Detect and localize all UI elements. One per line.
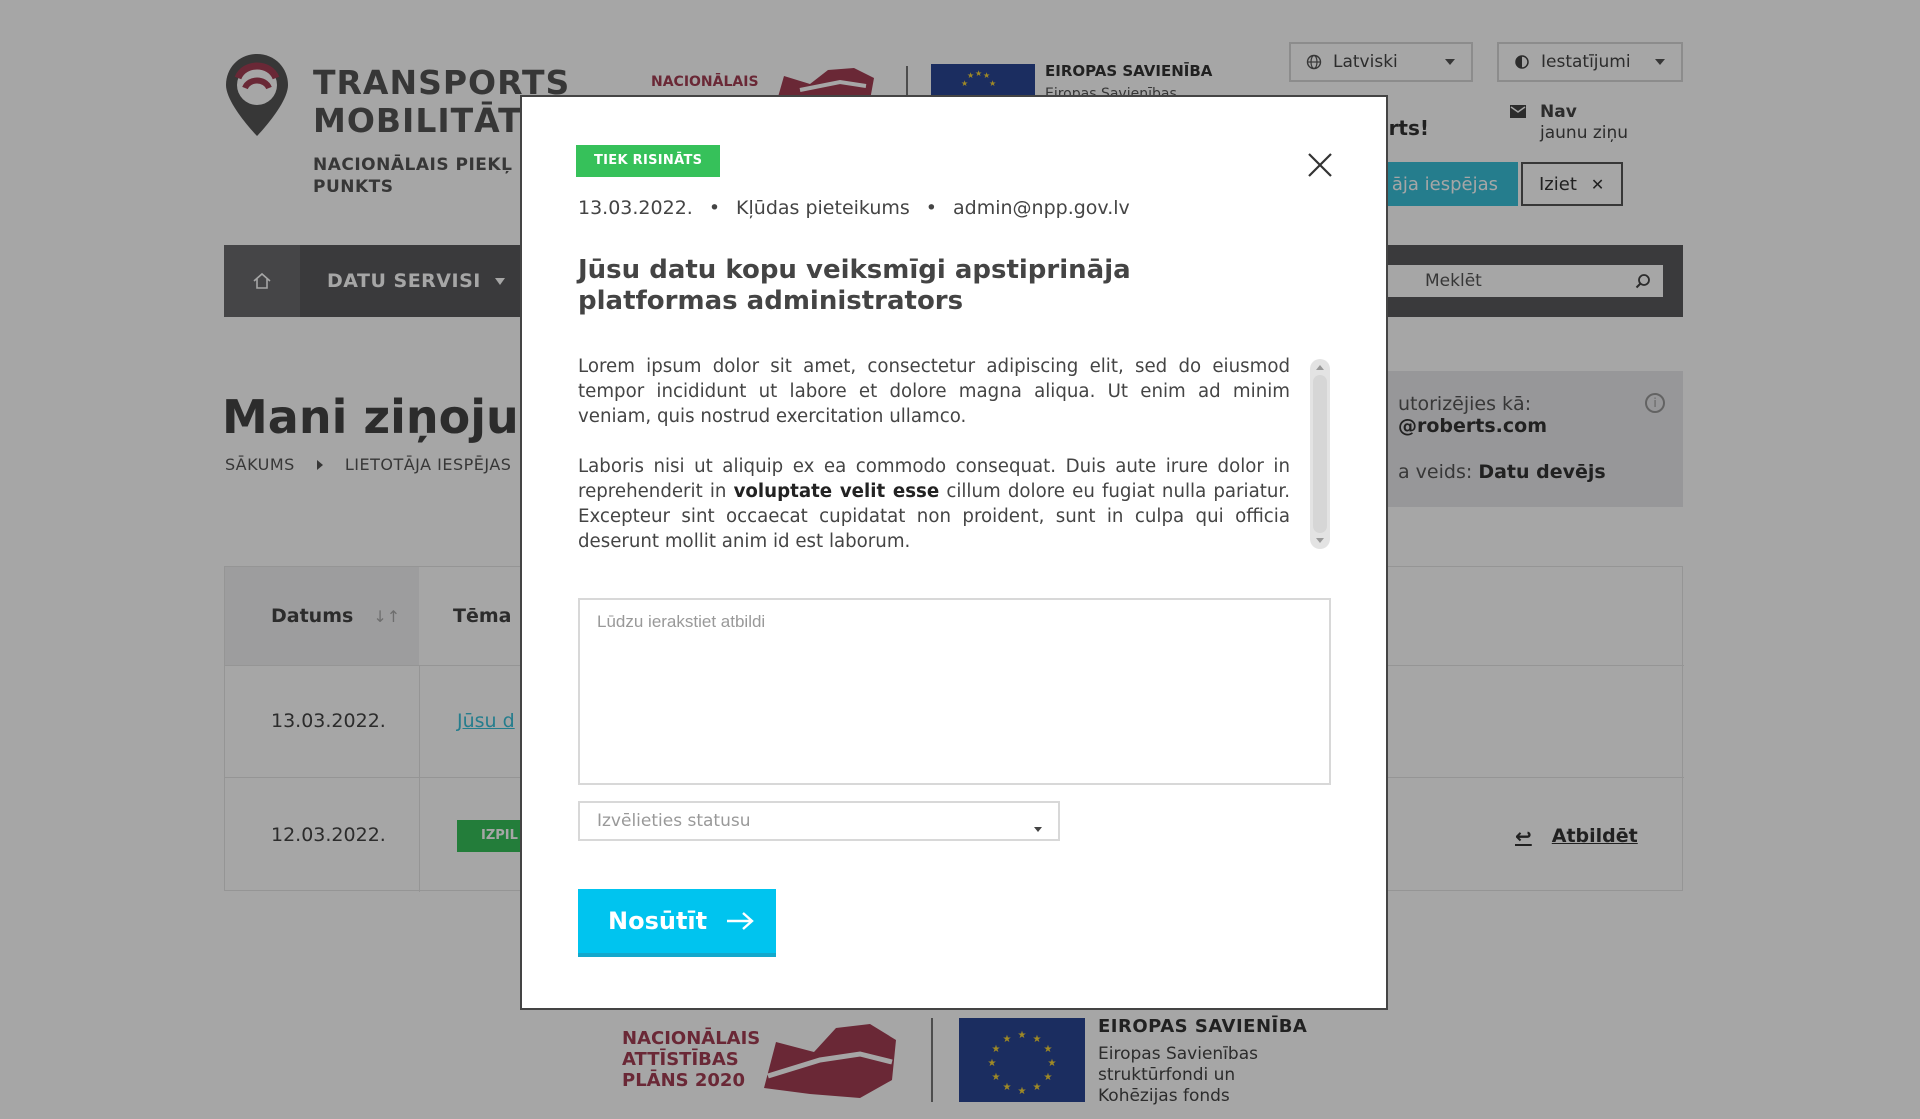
message-date: 13.03.2022. (578, 197, 693, 219)
close-icon[interactable] (1304, 149, 1336, 181)
status-select[interactable]: Izvēlieties statusu (578, 801, 1060, 841)
chevron-down-icon (1034, 827, 1042, 832)
message-title: Jūsu datu kopu veiksmīgi apstiprināja pl… (578, 255, 1131, 316)
scroll-up-icon[interactable] (1316, 365, 1324, 370)
message-meta: 13.03.2022. • Kļūdas pieteikums • admin@… (578, 197, 1130, 219)
reply-textarea[interactable] (578, 598, 1331, 785)
message-modal: TIEK RISINĀTS 13.03.2022. • Kļūdas piete… (520, 95, 1388, 1010)
status-badge: TIEK RISINĀTS (576, 145, 721, 177)
arrow-right-icon (727, 912, 754, 930)
scrollbar-thumb[interactable] (1313, 375, 1327, 533)
scroll-down-icon[interactable] (1316, 538, 1324, 543)
message-body: Lorem ipsum dolor sit amet, consectetur … (578, 354, 1290, 579)
message-type: Kļūdas pieteikums (736, 197, 910, 219)
send-button[interactable]: Nosūtīt (578, 889, 776, 957)
message-paragraph: Lorem ipsum dolor sit amet, consectetur … (578, 356, 1290, 427)
message-paragraph: Laboris nisi ut aliquip ex ea commodo co… (578, 456, 1290, 552)
message-sender: admin@npp.gov.lv (953, 197, 1130, 219)
message-scrollbar[interactable] (1310, 359, 1330, 549)
